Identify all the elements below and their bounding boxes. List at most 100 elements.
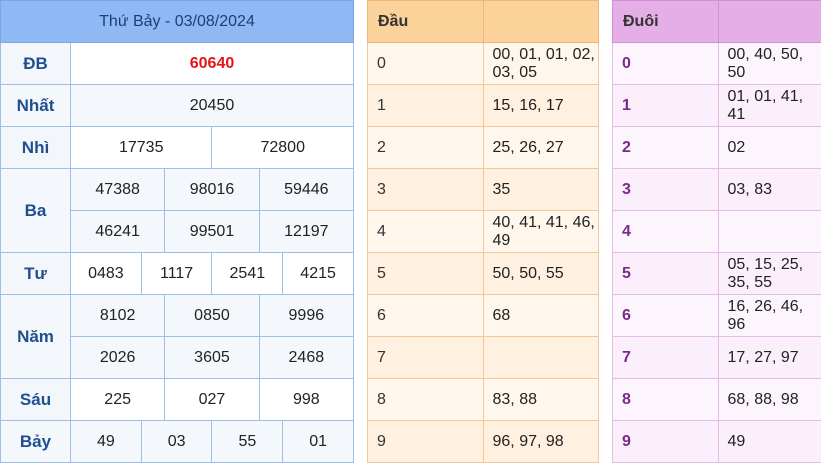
dau-digit: 6 <box>367 294 484 337</box>
results-date-title: Thứ Bảy - 03/08/2024 <box>0 0 354 43</box>
prize-row-ba: Ba 47388 98016 59446 <box>0 168 355 253</box>
duoi-row: 7 17, 27, 97 <box>612 336 821 379</box>
prize-row-nhi: Nhì 17735 72800 <box>0 126 354 169</box>
duoi-digit: 2 <box>612 126 719 169</box>
prize-value-sau: 225 <box>69 378 166 421</box>
dau-values: 96, 97, 98 <box>482 420 599 463</box>
dau-row: 4 40, 41, 41, 46, 49 <box>367 210 599 253</box>
prize-value-tu: 4215 <box>282 252 354 295</box>
prize-value-tu: 1117 <box>140 252 213 295</box>
prize-value-nhat: 20450 <box>70 84 354 127</box>
dau-header-blank <box>482 0 599 43</box>
dau-row: 1 15, 16, 17 <box>367 84 599 127</box>
dau-row: 7 <box>367 336 599 379</box>
dau-row: 6 68 <box>367 294 599 337</box>
duoi-digit: 5 <box>612 252 719 295</box>
dau-digit: 2 <box>367 126 484 169</box>
prize-value-nam: 3605 <box>164 336 260 379</box>
prize-row-bay: Bảy 49 03 55 01 <box>0 420 354 463</box>
lottery-results-table: Thứ Bảy - 03/08/2024 ĐB 60640 Nhất 20450… <box>0 0 355 463</box>
dau-values: 40, 41, 41, 46, 49 <box>482 210 599 253</box>
prize-label-ba: Ba <box>0 168 71 253</box>
dau-digit: 8 <box>367 378 484 421</box>
dau-digit: 9 <box>367 420 484 463</box>
prize-label-nhat: Nhất <box>0 84 71 127</box>
prize-label-nhi: Nhì <box>0 126 71 169</box>
duoi-values: 16, 26, 46, 96 <box>717 294 821 337</box>
dau-digit: 3 <box>367 168 484 211</box>
duoi-title: Đuôi <box>612 0 719 43</box>
prize-label-sau: Sáu <box>0 378 71 421</box>
prize-value-sau: 998 <box>258 378 355 421</box>
duoi-row: 8 68, 88, 98 <box>612 378 821 421</box>
dau-values: 15, 16, 17 <box>482 84 599 127</box>
dau-title: Đầu <box>367 0 484 43</box>
prize-label-bay: Bảy <box>0 420 71 463</box>
duoi-row: 9 49 <box>612 420 821 463</box>
duoi-values: 03, 83 <box>717 168 821 211</box>
prize-value-nam: 2468 <box>258 336 355 379</box>
dau-row: 5 50, 50, 55 <box>367 252 599 295</box>
duoi-digit: 7 <box>612 336 719 379</box>
duoi-values: 00, 40, 50, 50 <box>717 42 821 85</box>
prize-value-nam: 2026 <box>69 336 166 379</box>
duoi-values: 68, 88, 98 <box>717 378 821 421</box>
duoi-digit: 1 <box>612 84 719 127</box>
dau-digit: 5 <box>367 252 484 295</box>
prize-label-tu: Tư <box>0 252 71 295</box>
dau-row: 3 35 <box>367 168 599 211</box>
duoi-values: 49 <box>717 420 821 463</box>
prize-row-nhat: Nhất 20450 <box>0 84 354 127</box>
dau-head-table: Đầu 0 00, 01, 01, 02, 03, 05 1 15, 16, 17 … <box>367 0 599 463</box>
prize-row-db: ĐB 60640 <box>0 42 354 85</box>
prize-value-nhi: 17735 <box>69 126 213 169</box>
prize-value-ba: 99501 <box>164 210 260 253</box>
prize-value-tu: 0483 <box>70 252 142 295</box>
duoi-row: 3 03, 83 <box>612 168 821 211</box>
dau-row: 2 25, 26, 27 <box>367 126 599 169</box>
dau-values: 68 <box>482 294 599 337</box>
duoi-row: 5 05, 15, 25, 35, 55 <box>612 252 821 295</box>
prize-label-db: ĐB <box>0 42 71 85</box>
prize-row-nam: Năm 8102 0850 9996 <box>0 294 355 379</box>
prize-label-nam: Năm <box>0 294 71 379</box>
prize-value-ba: 12197 <box>258 210 355 253</box>
prize-value-ba: 47388 <box>69 168 166 211</box>
prize-value-ba: 98016 <box>164 168 260 211</box>
dau-digit: 1 <box>367 84 484 127</box>
dau-row: 0 00, 01, 01, 02, 03, 05 <box>367 42 599 85</box>
dau-digit: 7 <box>367 336 484 379</box>
duoi-digit: 9 <box>612 420 719 463</box>
duoi-values: 01, 01, 41, 41 <box>717 84 821 127</box>
dau-values <box>482 336 599 379</box>
duoi-row: 1 01, 01, 41, 41 <box>612 84 821 127</box>
dau-digit: 0 <box>367 42 484 85</box>
duoi-values: 02 <box>717 126 821 169</box>
prize-value-tu: 2541 <box>211 252 284 295</box>
prize-value-ba: 59446 <box>258 168 355 211</box>
prize-value-bay: 01 <box>282 420 354 463</box>
duoi-tail-table: Đuôi 0 00, 40, 50, 50 1 01, 01, 41, 41 2 02… <box>612 0 821 463</box>
prize-value-nhi: 72800 <box>211 126 354 169</box>
prize-value-ba: 46241 <box>69 210 166 253</box>
dau-values: 00, 01, 01, 02, 03, 05 <box>482 42 599 85</box>
duoi-values <box>717 210 821 253</box>
duoi-digit: 8 <box>612 378 719 421</box>
duoi-row: 0 00, 40, 50, 50 <box>612 42 821 85</box>
prize-value-sau: 027 <box>164 378 260 421</box>
duoi-row: 2 02 <box>612 126 821 169</box>
dau-row: 9 96, 97, 98 <box>367 420 599 463</box>
prize-row-sau: Sáu 225 027 998 <box>0 378 355 421</box>
dau-digit: 4 <box>367 210 484 253</box>
dau-values: 50, 50, 55 <box>482 252 599 295</box>
duoi-row: 4 <box>612 210 821 253</box>
dau-values: 25, 26, 27 <box>482 126 599 169</box>
prize-value-bay: 03 <box>140 420 213 463</box>
duoi-digit: 4 <box>612 210 719 253</box>
dau-row: 8 83, 88 <box>367 378 599 421</box>
dau-values: 83, 88 <box>482 378 599 421</box>
dau-values: 35 <box>482 168 599 211</box>
prize-value-nam: 8102 <box>69 294 166 337</box>
prize-value-bay: 49 <box>70 420 142 463</box>
prize-value-db: 60640 <box>70 42 354 85</box>
